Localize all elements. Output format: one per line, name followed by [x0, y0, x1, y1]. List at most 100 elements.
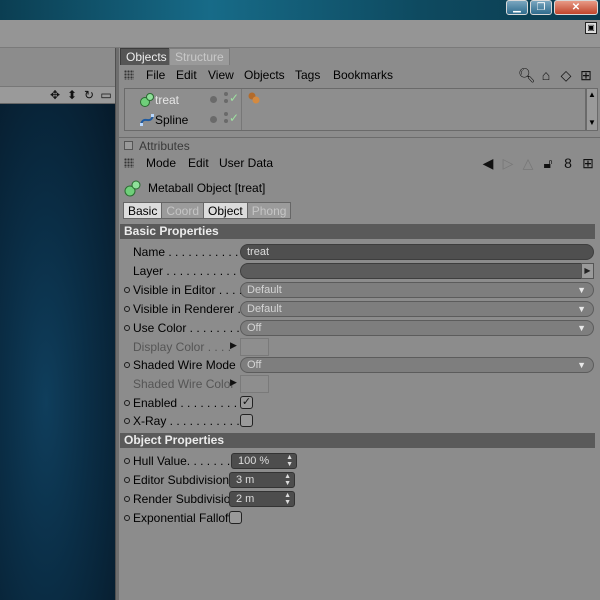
- maximize-icon[interactable]: ▭: [99, 88, 113, 102]
- spline-icon: [140, 114, 154, 126]
- tab-phong[interactable]: Phong: [246, 202, 292, 219]
- forward-arrow-icon[interactable]: ▷: [500, 155, 516, 171]
- layer-link-arrow-icon[interactable]: ▶: [581, 263, 594, 279]
- eye-icon[interactable]: ◇: [558, 67, 574, 83]
- tree-scrollbar[interactable]: ▲ ▼: [586, 88, 598, 131]
- visible-in-renderer-dropdown[interactable]: Default ▼: [240, 301, 594, 317]
- enabled-checkbox[interactable]: ✓: [240, 396, 253, 409]
- rotate-icon[interactable]: ↻: [82, 88, 96, 102]
- up-arrow-icon[interactable]: △: [520, 155, 536, 171]
- animation-dot[interactable]: [124, 418, 130, 424]
- spin-arrows-icon[interactable]: ▲ ▼: [286, 454, 293, 468]
- dropdown-value: Off: [247, 322, 262, 334]
- animation-dot[interactable]: [124, 362, 130, 368]
- spin-arrows-icon[interactable]: ▲ ▼: [284, 473, 291, 487]
- 3d-viewport[interactable]: [0, 104, 115, 600]
- shaded-wire-mode-dropdown[interactable]: Off ▼: [240, 357, 594, 373]
- enabled-check-icon[interactable]: ✓: [229, 91, 239, 105]
- chevron-down-icon: ▼: [577, 304, 586, 314]
- stepper-value: 100 %: [238, 455, 270, 467]
- editor-dot[interactable]: [224, 92, 228, 96]
- attributes-tab[interactable]: Attributes: [119, 137, 600, 153]
- animation-dot[interactable]: [124, 477, 130, 483]
- grip-handle[interactable]: [124, 70, 134, 80]
- prop-layer: Layer . . . . . . . . . . . . ▶: [119, 262, 600, 280]
- new-panel-icon[interactable]: ⊞: [578, 67, 594, 83]
- render-subdivision-stepper[interactable]: 2 m ▲ ▼: [229, 491, 295, 507]
- name-field[interactable]: treat: [240, 244, 594, 260]
- new-panel-icon[interactable]: ⊞: [580, 155, 596, 171]
- prop-label: Shaded Wire Color: [133, 377, 235, 391]
- link-icon[interactable]: 8: [560, 155, 576, 171]
- menu-edit[interactable]: Edit: [188, 156, 209, 170]
- back-arrow-icon[interactable]: ◀: [480, 155, 496, 171]
- attributes-toggle[interactable]: [124, 141, 133, 150]
- tab-coord[interactable]: Coord: [161, 202, 205, 219]
- render-dot[interactable]: [224, 119, 228, 123]
- metaball-icon: [140, 93, 154, 107]
- prop-render-subdivision: Render Subdivision 2 m ▲ ▼: [119, 490, 600, 508]
- scroll-down-icon[interactable]: ▼: [587, 118, 597, 127]
- enabled-check-icon[interactable]: ✓: [229, 111, 239, 125]
- shaded-wire-color-swatch[interactable]: [240, 375, 269, 393]
- use-color-dropdown[interactable]: Off ▼: [240, 320, 594, 336]
- animation-dot[interactable]: [124, 400, 130, 406]
- editor-subdivision-stepper[interactable]: 3 m ▲ ▼: [229, 472, 295, 488]
- render-dot[interactable]: [224, 99, 228, 103]
- home-icon[interactable]: ⌂: [538, 67, 554, 83]
- spin-arrows-icon[interactable]: ▲ ▼: [284, 492, 291, 506]
- tree-row-treat[interactable]: treat ✓: [125, 90, 585, 110]
- visible-in-editor-dropdown[interactable]: Default ▼: [240, 282, 594, 298]
- layer-field[interactable]: ▶: [240, 263, 594, 279]
- visibility-dot[interactable]: [210, 96, 217, 103]
- app-toolbar-area: [0, 20, 600, 48]
- menu-edit[interactable]: Edit: [176, 68, 197, 82]
- lock-icon[interactable]: 🔓︎: [540, 155, 556, 171]
- menu-file[interactable]: File: [146, 68, 165, 82]
- menu-user-data[interactable]: User Data: [219, 156, 273, 170]
- prop-label: X-Ray . . . . . . . . . . . .: [133, 414, 247, 428]
- menu-bookmarks[interactable]: Bookmarks: [333, 68, 393, 82]
- right-panel: Objects Structure File Edit View Objects…: [119, 48, 600, 600]
- drag-icon[interactable]: ⬍: [65, 88, 79, 102]
- attribute-tabs: Basic Coord Object Phong: [123, 202, 292, 219]
- close-button[interactable]: ✕: [554, 0, 598, 15]
- tree-row-spline[interactable]: Spline ✓: [125, 110, 585, 130]
- animation-dot[interactable]: [124, 287, 130, 293]
- menu-mode[interactable]: Mode: [146, 156, 176, 170]
- menu-objects[interactable]: Objects: [244, 68, 285, 82]
- object-name[interactable]: treat: [155, 93, 179, 107]
- menu-view[interactable]: View: [208, 68, 234, 82]
- prop-editor-subdivision: Editor Subdivision 3 m ▲ ▼: [119, 471, 600, 489]
- scroll-up-icon[interactable]: ▲: [587, 90, 597, 99]
- animation-dot[interactable]: [124, 458, 130, 464]
- attributes-label: Attributes: [139, 139, 190, 153]
- tab-structure[interactable]: Structure: [169, 48, 230, 65]
- search-icon[interactable]: 🔍︎: [518, 67, 536, 83]
- animation-dot[interactable]: [124, 496, 130, 502]
- stepper-value: 3 m: [236, 474, 255, 486]
- expand-arrow-icon[interactable]: ▶: [230, 377, 237, 388]
- visibility-dot[interactable]: [210, 116, 217, 123]
- object-title-row: Metaball Object [treat]: [119, 177, 600, 199]
- exponential-falloff-checkbox[interactable]: [229, 511, 242, 524]
- maximize-button[interactable]: ❐: [530, 0, 552, 15]
- animation-dot[interactable]: [124, 515, 130, 521]
- editor-dot[interactable]: [224, 112, 228, 116]
- move-icon[interactable]: ✥: [48, 88, 62, 102]
- minimize-button[interactable]: ▁: [506, 0, 528, 15]
- menu-tags[interactable]: Tags: [295, 68, 320, 82]
- layout-toggle-icon[interactable]: ▣: [585, 22, 597, 34]
- object-name[interactable]: Spline: [155, 113, 188, 127]
- grip-handle[interactable]: [124, 158, 134, 168]
- display-color-swatch[interactable]: [240, 338, 269, 356]
- tab-objects[interactable]: Objects: [120, 48, 173, 65]
- animation-dot[interactable]: [124, 325, 130, 331]
- xray-checkbox[interactable]: [240, 414, 253, 427]
- material-tag-icon[interactable]: [247, 91, 261, 105]
- animation-dot[interactable]: [124, 306, 130, 312]
- tab-object[interactable]: Object: [203, 202, 248, 219]
- expand-arrow-icon[interactable]: ▶: [230, 340, 237, 351]
- tab-basic[interactable]: Basic: [123, 202, 163, 219]
- hull-value-stepper[interactable]: 100 % ▲ ▼: [231, 453, 297, 469]
